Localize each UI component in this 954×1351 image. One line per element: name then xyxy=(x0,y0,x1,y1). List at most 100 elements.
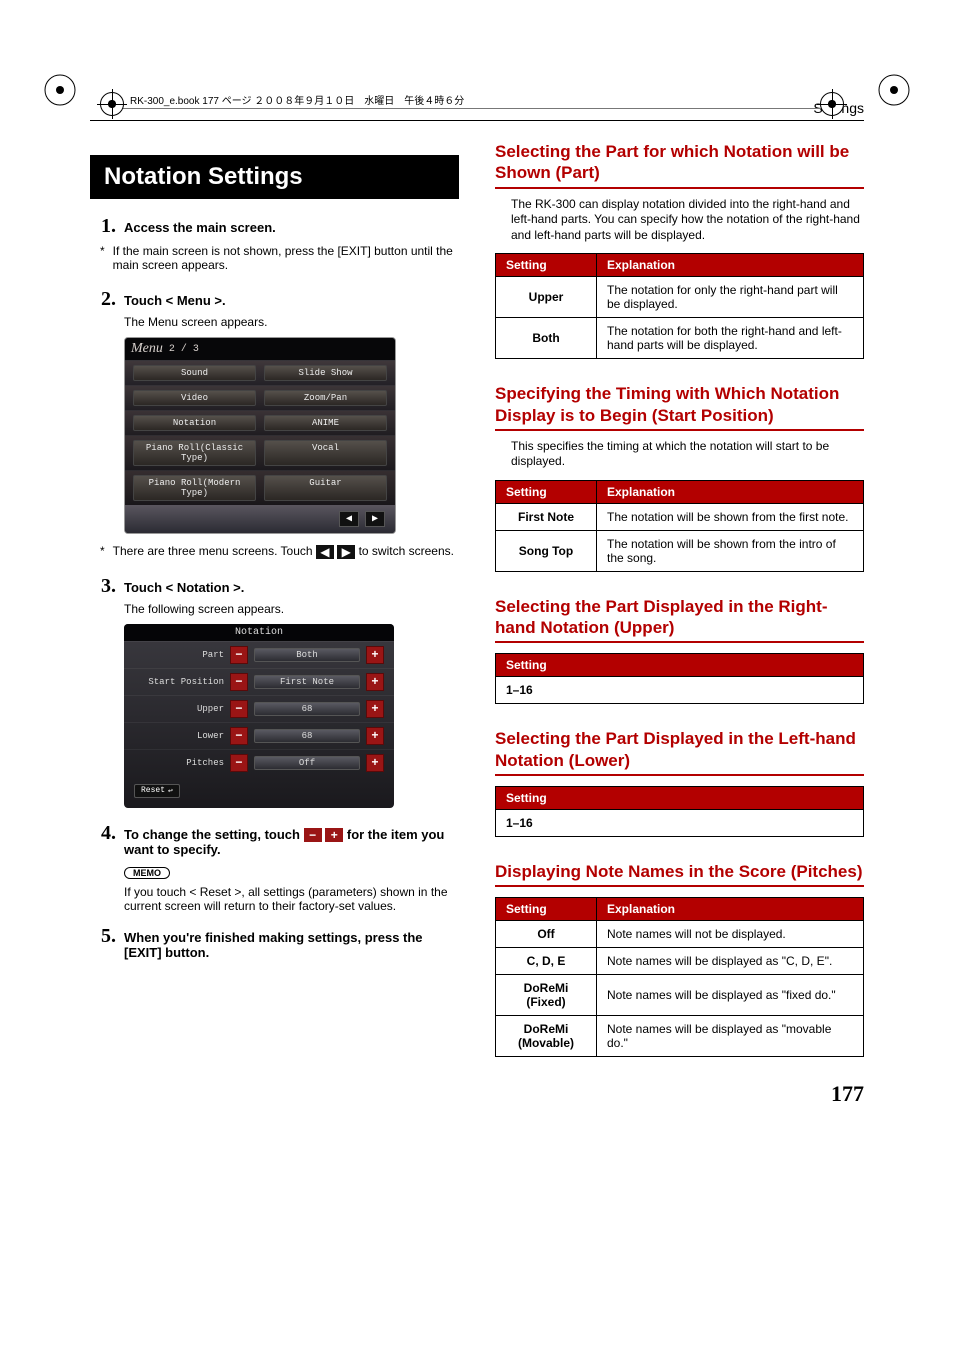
cell-setting: DoReMi (Fixed) xyxy=(496,975,597,1016)
table-row: First Note The notation will be shown fr… xyxy=(496,503,864,530)
cell-setting: 1–16 xyxy=(496,809,864,836)
cell-explanation: The notation will be shown from the intr… xyxy=(597,530,864,571)
table-part: Setting Explanation Upper The notation f… xyxy=(495,253,864,359)
th-setting: Setting xyxy=(496,898,597,921)
setting-label: Pitches xyxy=(134,758,224,768)
menu-nav-note-before: There are three menu screens. Touch xyxy=(113,544,316,558)
th-explanation: Explanation xyxy=(597,898,864,921)
reset-icon: ↩ xyxy=(168,786,173,796)
table-pitches: Setting Explanation Off Note names will … xyxy=(495,897,864,1057)
memo-body: If you touch < Reset >, all settings (pa… xyxy=(124,885,459,913)
menu-item[interactable]: Piano Roll(Modern Type) xyxy=(133,475,256,501)
cell-setting: Off xyxy=(496,921,597,948)
notation-setting-row: Lower−68+ xyxy=(124,722,394,749)
reset-button[interactable]: Reset ↩ xyxy=(134,784,180,798)
minus-button[interactable]: − xyxy=(230,673,248,691)
th-setting: Setting xyxy=(496,654,864,677)
table-lower: Setting 1–16 xyxy=(495,786,864,837)
menu-item[interactable]: Guitar xyxy=(264,475,387,501)
cell-explanation: Note names will be displayed as "C, D, E… xyxy=(597,948,864,975)
heading-pitches: Displaying Note Names in the Score (Pitc… xyxy=(495,861,864,887)
section-title: Notation Settings xyxy=(90,155,459,199)
cell-explanation: Note names will not be displayed. xyxy=(597,921,864,948)
menu-item[interactable]: Piano Roll(Classic Type) xyxy=(133,440,256,466)
th-setting: Setting xyxy=(496,786,864,809)
running-head-rule xyxy=(90,120,864,121)
cell-explanation: Note names will be displayed as "fixed d… xyxy=(597,975,864,1016)
menu-next-button[interactable]: ▶ xyxy=(365,511,385,527)
minus-button[interactable]: − xyxy=(230,727,248,745)
setting-value: First Note xyxy=(254,675,360,689)
table-upper: Setting 1–16 xyxy=(495,653,864,704)
minus-button[interactable]: − xyxy=(230,754,248,772)
reset-label: Reset xyxy=(141,786,165,795)
registration-mark xyxy=(40,70,80,110)
plus-button[interactable]: + xyxy=(366,700,384,718)
menu-prev-button[interactable]: ◀ xyxy=(339,511,359,527)
step-number: 3. xyxy=(90,575,116,598)
step-2-caption: The Menu screen appears. xyxy=(124,315,459,329)
notation-screen-title: Notation xyxy=(124,624,394,641)
heading-start-pos: Specifying the Timing with Which Notatio… xyxy=(495,383,864,431)
menu-screenshot: Menu 2 / 3 SoundSlide ShowVideoZoom/PanN… xyxy=(124,337,396,534)
step-3-caption: The following screen appears. xyxy=(124,602,459,616)
memo-badge: MEMO xyxy=(124,867,170,879)
cell-setting: Both xyxy=(496,318,597,359)
menu-nav-note-after: to switch screens. xyxy=(359,544,454,558)
step-4-text: To change the setting, touch − + for the… xyxy=(124,827,459,858)
step-number: 2. xyxy=(90,288,116,311)
menu-row: Notation ANIME xyxy=(125,410,395,435)
menu-nav-note: There are three menu screens. Touch ◀ ▶ … xyxy=(113,544,459,559)
minus-button[interactable]: − xyxy=(230,700,248,718)
cell-setting: Upper xyxy=(496,277,597,318)
step-5-text: When you're finished making settings, pr… xyxy=(124,930,459,960)
cell-explanation: The notation will be shown from the firs… xyxy=(597,503,864,530)
plus-button[interactable]: + xyxy=(366,727,384,745)
menu-item[interactable]: Zoom/Pan xyxy=(264,390,387,406)
header-rule xyxy=(120,108,824,109)
step-4-before: To change the setting, touch xyxy=(124,827,304,842)
notation-setting-row: Start Position−First Note+ xyxy=(124,668,394,695)
setting-value: 68 xyxy=(254,702,360,716)
cell-setting: 1–16 xyxy=(496,677,864,704)
table-row: C, D, E Note names will be displayed as … xyxy=(496,948,864,975)
cell-setting: C, D, E xyxy=(496,948,597,975)
cell-setting: First Note xyxy=(496,503,597,530)
menu-item[interactable]: Notation xyxy=(133,415,256,431)
plus-icon: + xyxy=(325,828,343,842)
step-1-note: If the main screen is not shown, press t… xyxy=(113,244,459,272)
table-row: DoReMi (Fixed) Note names will be displa… xyxy=(496,975,864,1016)
setting-label: Part xyxy=(134,650,224,660)
intro-part: The RK-300 can display notation divided … xyxy=(511,197,864,244)
table-row: 1–16 xyxy=(496,809,864,836)
step-1-text: Access the main screen. xyxy=(124,220,459,235)
minus-button[interactable]: − xyxy=(230,646,248,664)
next-icon: ▶ xyxy=(337,545,355,559)
notation-setting-row: Part−Both + xyxy=(124,641,394,668)
setting-value: Both xyxy=(254,648,360,662)
registration-mark xyxy=(874,70,914,110)
cell-setting: DoReMi (Movable) xyxy=(496,1016,597,1057)
menu-item[interactable]: Sound xyxy=(133,365,256,381)
cell-explanation: Note names will be displayed as "movable… xyxy=(597,1016,864,1057)
menu-item[interactable]: ANIME xyxy=(264,415,387,431)
crop-mark xyxy=(100,92,124,116)
menu-item[interactable]: Video xyxy=(133,390,256,406)
table-row: 1–16 xyxy=(496,677,864,704)
prev-icon: ◀ xyxy=(316,545,334,559)
th-explanation: Explanation xyxy=(597,254,864,277)
setting-value: Off xyxy=(254,756,360,770)
setting-label: Upper xyxy=(134,704,224,714)
heading-part: Selecting the Part for which Notation wi… xyxy=(495,141,864,189)
note-asterisk: * xyxy=(100,544,105,558)
menu-item[interactable]: Slide Show xyxy=(264,365,387,381)
intro-start-pos: This specifies the timing at which the n… xyxy=(511,439,864,470)
plus-button[interactable]: + xyxy=(366,673,384,691)
cell-explanation: The notation for only the right-hand par… xyxy=(597,277,864,318)
plus-button[interactable]: + xyxy=(366,646,384,664)
plus-button[interactable]: + xyxy=(366,754,384,772)
menu-row: Sound Slide Show xyxy=(125,360,395,385)
cell-explanation: The notation for both the right-hand and… xyxy=(597,318,864,359)
table-row: Both The notation for both the right-han… xyxy=(496,318,864,359)
menu-item[interactable]: Vocal xyxy=(264,440,387,466)
